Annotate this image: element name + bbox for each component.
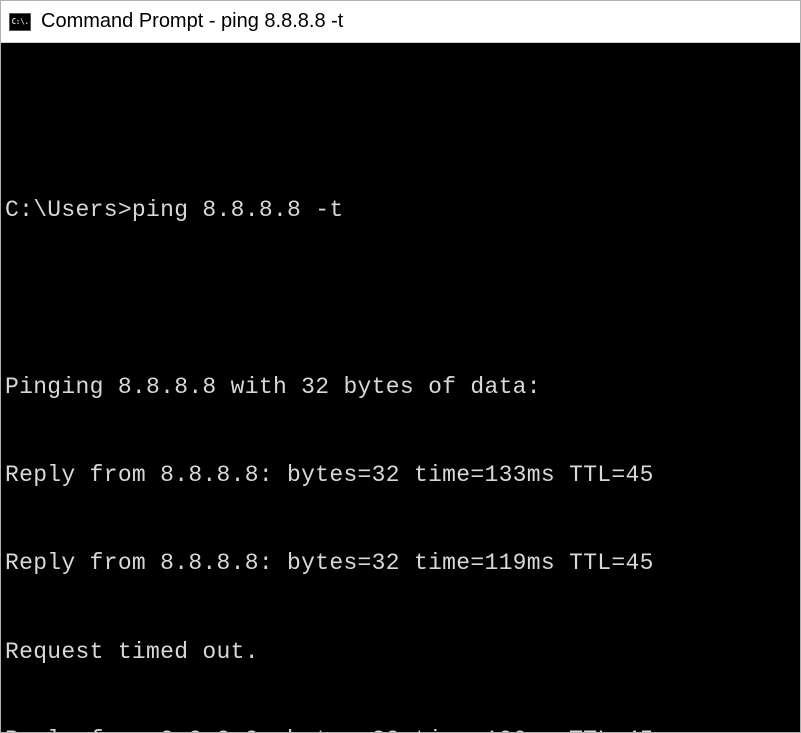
- cmd-icon: C:\.: [9, 13, 31, 31]
- titlebar[interactable]: C:\. Command Prompt - ping 8.8.8.8 -t: [1, 1, 800, 43]
- terminal-output[interactable]: C:\Users>ping 8.8.8.8 -t Pinging 8.8.8.8…: [1, 43, 800, 732]
- command-prompt-window: C:\. Command Prompt - ping 8.8.8.8 -t C:…: [0, 0, 801, 733]
- terminal-blank-line: [5, 108, 796, 137]
- terminal-prompt-line: C:\Users>ping 8.8.8.8 -t: [5, 196, 796, 225]
- terminal-ping-reply: Reply from 8.8.8.8: bytes=32 time=119ms …: [5, 549, 796, 578]
- terminal-blank-line: [5, 285, 796, 314]
- terminal-ping-reply: Reply from 8.8.8.8: bytes=32 time=133ms …: [5, 461, 796, 490]
- window-title: Command Prompt - ping 8.8.8.8 -t: [41, 10, 343, 33]
- terminal-ping-reply: Reply from 8.8.8.8: bytes=32 time=106ms …: [5, 726, 796, 732]
- cmd-icon-text: C:\.: [11, 17, 28, 26]
- terminal-ping-timeout: Request timed out.: [5, 638, 796, 667]
- terminal-ping-header: Pinging 8.8.8.8 with 32 bytes of data:: [5, 373, 796, 402]
